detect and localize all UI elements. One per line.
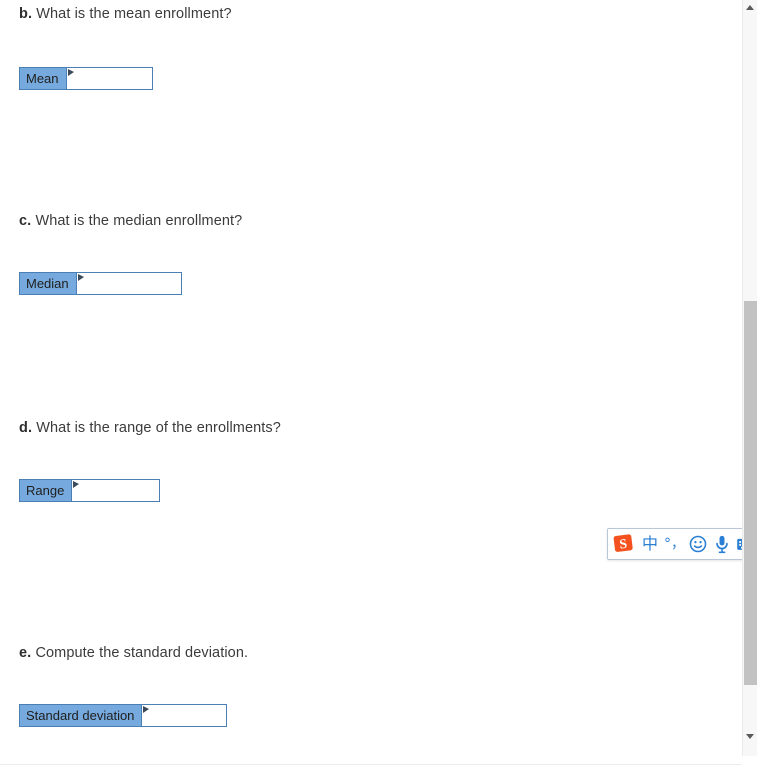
punctuation-mode-icon[interactable]: °， — [664, 530, 686, 558]
answer-input-wrap-range — [72, 479, 161, 502]
answer-label-median: Median — [19, 272, 77, 295]
answer-widget-range: Range — [19, 479, 161, 502]
answer-input-mean[interactable] — [66, 68, 152, 89]
voice-input-icon[interactable] — [710, 530, 734, 558]
question-prompt-d: d. What is the range of the enrollments? — [19, 419, 281, 438]
answer-label-standard-deviation: Standard deviation — [19, 704, 143, 727]
answer-input-range[interactable] — [72, 480, 160, 501]
answer-label-range: Range — [19, 479, 73, 502]
question-prompt-text-e: Compute the standard deviation. — [35, 645, 249, 661]
question-letter-d: d. — [19, 420, 33, 436]
answer-label-mean: Mean — [19, 67, 67, 90]
sogou-logo-icon[interactable]: S — [611, 531, 637, 557]
scroll-up-arrow-icon[interactable] — [743, 0, 757, 16]
scroll-down-arrow-icon[interactable] — [743, 729, 757, 745]
answer-input-standard-deviation[interactable] — [142, 705, 227, 726]
vertical-scrollbar[interactable] — [742, 0, 757, 772]
answer-input-median[interactable] — [76, 273, 181, 294]
question-prompt-c: c. What is the median enrollment? — [19, 212, 242, 231]
question-prompt-b: b. What is the mean enrollment? — [19, 5, 232, 24]
answer-input-wrap-median — [76, 272, 182, 295]
question-prompt-e: e. Compute the standard deviation. — [19, 644, 248, 663]
answer-input-wrap-mean — [66, 67, 153, 90]
question-prompt-text-b: What is the mean enrollment? — [36, 6, 232, 22]
document-content-pane: b. What is the mean enrollment? Mean c. … — [0, 0, 742, 772]
punctuation-mode-label: °， — [664, 536, 685, 552]
page-bottom-divider — [0, 764, 742, 765]
chinese-mode-icon[interactable]: 中 — [642, 530, 664, 558]
question-letter-b: b. — [19, 6, 33, 22]
sogou-ime-toolbar[interactable]: S 中 °， — [607, 528, 757, 560]
emoji-icon[interactable] — [686, 530, 710, 558]
question-letter-c: c. — [19, 213, 32, 229]
answer-widget-median: Median — [19, 272, 182, 295]
chinese-mode-label: 中 — [642, 534, 659, 553]
question-letter-e: e. — [19, 645, 32, 661]
scrollbar-thumb[interactable] — [744, 301, 757, 685]
answer-input-wrap-standard-deviation — [142, 704, 228, 727]
question-prompt-text-c: What is the median enrollment? — [35, 213, 243, 229]
question-prompt-text-d: What is the range of the enrollments? — [36, 420, 281, 436]
answer-widget-mean: Mean — [19, 67, 153, 90]
scrollbar-corner — [742, 756, 757, 772]
answer-widget-standard-deviation: Standard deviation — [19, 704, 228, 727]
